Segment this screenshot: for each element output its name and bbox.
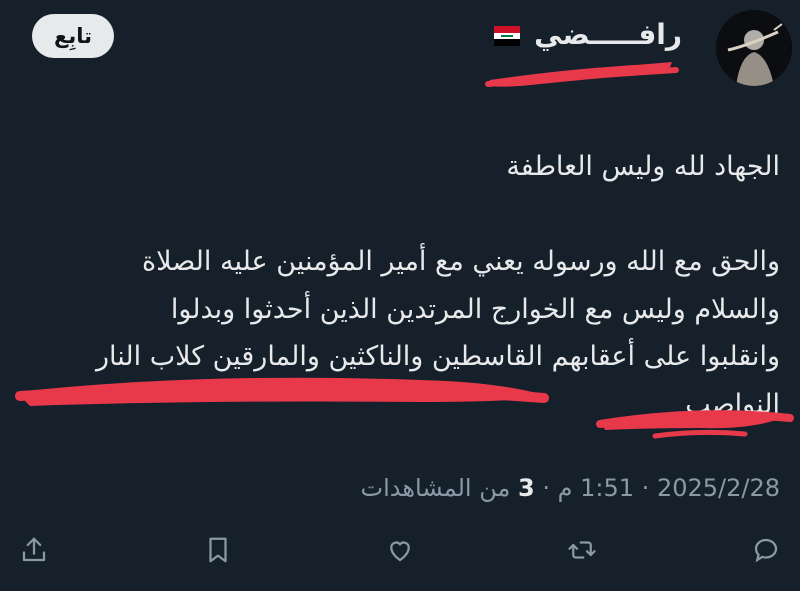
follow-button[interactable]: تابِع bbox=[32, 14, 114, 58]
tweet-text-line: الجهاد لله وليس العاطفة bbox=[506, 151, 780, 182]
avatar[interactable] bbox=[716, 10, 792, 86]
retweet-icon[interactable] bbox=[562, 530, 602, 570]
like-icon[interactable] bbox=[380, 530, 420, 570]
meta-separator: · bbox=[641, 474, 650, 502]
iraq-flag-icon bbox=[494, 26, 520, 46]
tweet-text-line: النواصب bbox=[685, 389, 780, 420]
tweet-time[interactable]: 1:51 م bbox=[558, 474, 634, 502]
share-icon[interactable] bbox=[14, 530, 54, 570]
views-label: من المشاهدات bbox=[360, 474, 511, 502]
tweet-text-line: وانقلبوا على أعقابهم القاسطين والناكثين … bbox=[95, 341, 780, 372]
tweet-meta: 2025/2/28 · 1:51 م · 3 من المشاهدات bbox=[360, 474, 780, 502]
reply-icon[interactable] bbox=[746, 530, 786, 570]
tweet-date[interactable]: 2025/2/28 bbox=[657, 474, 780, 502]
bookmark-icon[interactable] bbox=[198, 530, 238, 570]
author-display-name[interactable]: رافـــــضي bbox=[534, 18, 682, 51]
tweet-text-line: والسلام وليس مع الخوارج المرتدين الذين أ… bbox=[170, 294, 780, 325]
views-count: 3 bbox=[517, 474, 535, 502]
tweet-text-line: والحق مع الله ورسوله يعني مع أمير المؤمن… bbox=[142, 246, 780, 277]
meta-separator: · bbox=[542, 474, 550, 502]
